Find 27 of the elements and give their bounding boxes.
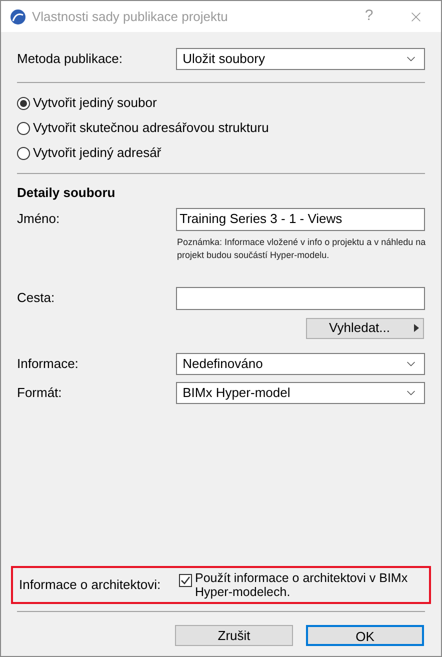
field-label: Jméno:	[17, 210, 61, 228]
radio-button[interactable]	[17, 96, 30, 110]
window-title: Vlastnosti sady publikace projektu	[32, 8, 229, 26]
dialog-button[interactable]: Zrušit	[175, 625, 293, 646]
field-label: Metoda publikace:	[17, 50, 124, 68]
radio-option[interactable]: Vytvořit skutečnou adresářovou strukturu	[17, 120, 425, 136]
radio-button[interactable]	[17, 146, 30, 160]
triangle-icon	[414, 324, 419, 332]
radio-button[interactable]	[17, 122, 30, 134]
radio-option[interactable]: Vytvořit jediný soubor	[17, 95, 425, 111]
field-label: Formát:	[17, 384, 63, 402]
browse-button[interactable]: Vyhledat...	[306, 318, 424, 338]
section-heading: Detaily souboru	[17, 184, 116, 202]
name-input[interactable]: Training Series 3 - 1 - Views	[176, 208, 425, 230]
checkbox[interactable]	[179, 574, 192, 587]
app-logo-icon	[10, 8, 26, 24]
dropdown[interactable]: BIMx Hyper-model	[176, 382, 425, 404]
field-label: Informace:	[17, 354, 80, 373]
checkbox-option[interactable]: Použít informace o architektovi v BIMx Hyper-modelech.	[179, 571, 417, 599]
dropdown[interactable]: Nedefinováno	[176, 352, 425, 374]
path-input[interactable]	[176, 286, 425, 310]
field-label: Cesta:	[17, 289, 56, 308]
field-label: Informace o architektovi:	[19, 576, 162, 594]
dropdown[interactable]: Uložit soubory	[176, 48, 425, 70]
dialog-button[interactable]: OK	[306, 625, 424, 646]
note-text: Poznámka: Informace vložené v info o projektu a v náhledu na projekt budou součástí Hyper-modelu.	[177, 236, 427, 262]
radio-option[interactable]: Vytvořit jediný adresář	[17, 145, 425, 161]
